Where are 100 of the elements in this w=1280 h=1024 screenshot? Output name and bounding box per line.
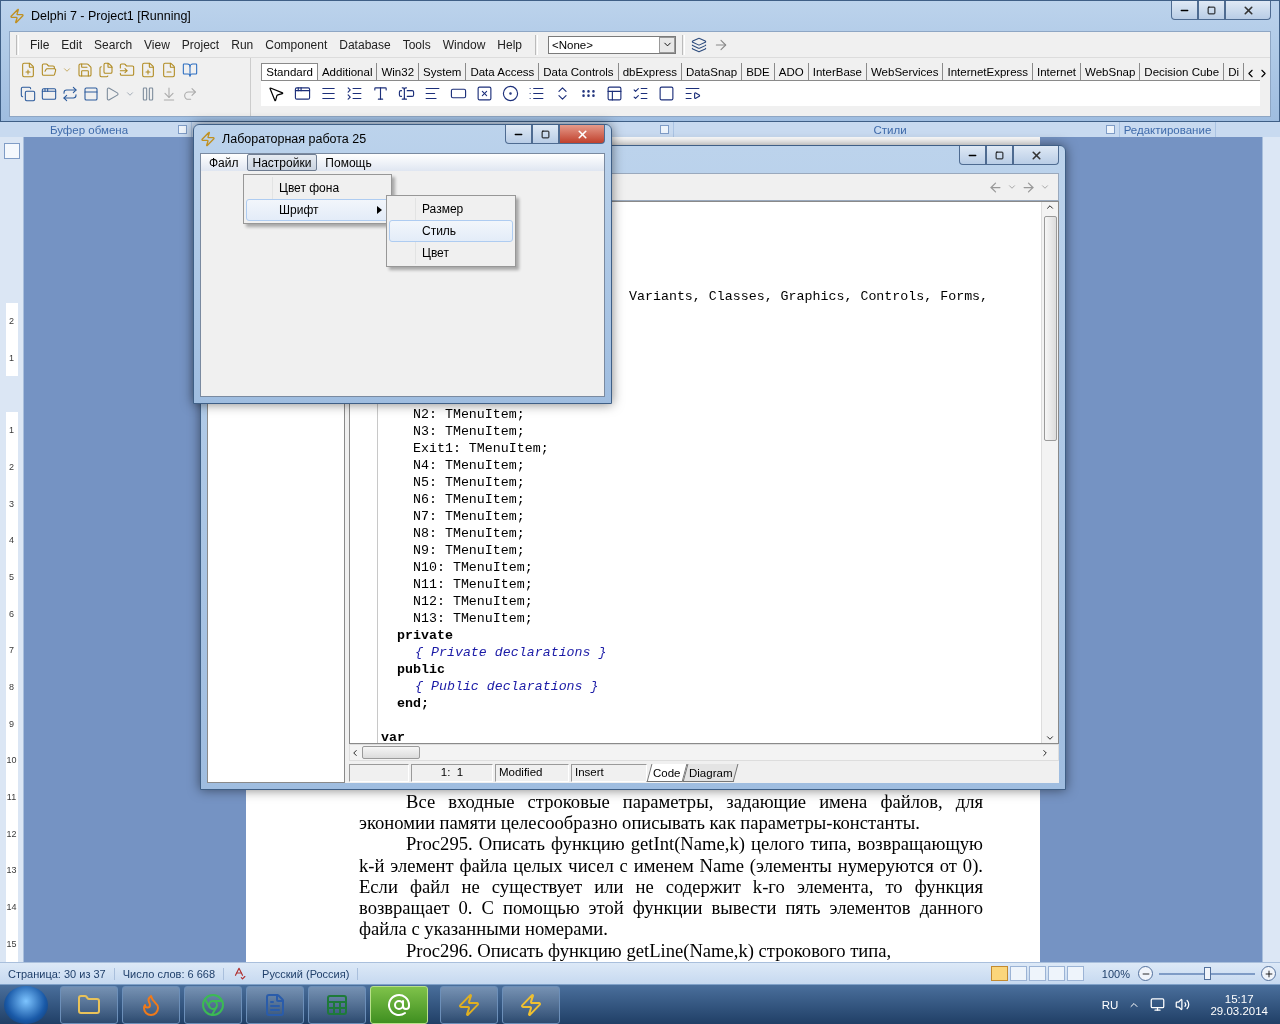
menu-item[interactable]: Edit <box>56 35 88 54</box>
menu-item[interactable]: Run <box>226 35 259 54</box>
tab-selector-icon[interactable] <box>3 143 20 159</box>
editor-tab[interactable]: Code <box>646 764 687 782</box>
clock[interactable]: 15:17 29.03.2014 <box>1210 992 1268 1017</box>
pointer-icon[interactable] <box>267 84 286 103</box>
menu-icon[interactable] <box>320 85 338 102</box>
back-icon[interactable] <box>988 179 1003 195</box>
menu-item[interactable]: Цвет фона <box>246 177 389 199</box>
radio-button-icon[interactable] <box>502 85 520 102</box>
toggle-icon[interactable] <box>62 86 78 102</box>
input-language[interactable]: RU <box>1101 998 1119 1011</box>
save-icon[interactable] <box>77 62 93 78</box>
layers-icon[interactable] <box>691 36 708 53</box>
new-file-icon[interactable] <box>20 62 36 78</box>
vertical-scrollbar[interactable] <box>1041 202 1058 743</box>
page-count[interactable]: Страница: 30 из 37 <box>0 967 115 980</box>
new-form-icon[interactable] <box>83 86 99 102</box>
taskbar-button[interactable] <box>440 985 498 1024</box>
forward-icon[interactable] <box>1021 179 1036 195</box>
edit-field-icon[interactable] <box>398 85 416 102</box>
menu-item[interactable]: View <box>139 35 175 54</box>
panel-icon[interactable] <box>658 85 676 102</box>
minimize-button[interactable] <box>959 146 986 165</box>
zoom-in-button[interactable] <box>1261 966 1276 981</box>
network-icon[interactable] <box>1150 997 1166 1012</box>
horizontal-scrollbar[interactable] <box>349 744 1059 761</box>
menu-item[interactable]: Настройки <box>246 154 318 171</box>
dialog-launcher-icon[interactable] <box>178 125 187 134</box>
scroll-thumb[interactable] <box>362 746 420 759</box>
start-button[interactable] <box>4 985 48 1024</box>
taskbar-button[interactable] <box>184 985 242 1024</box>
scroll-down-icon[interactable] <box>1045 733 1055 743</box>
taskbar-button[interactable] <box>308 985 366 1024</box>
popup-menu-icon[interactable] <box>346 85 364 102</box>
scroll-thumb[interactable] <box>1043 216 1057 441</box>
menu-item[interactable]: Search <box>89 35 138 54</box>
menu-item[interactable]: Цвет <box>389 242 513 264</box>
word-count[interactable]: Число слов: 6 668 <box>114 967 225 980</box>
menu-item[interactable]: Стиль <box>389 220 513 242</box>
language-label[interactable]: Русский (Россия) <box>254 967 359 980</box>
close-button[interactable] <box>559 125 605 144</box>
taskbar-button[interactable] <box>502 985 560 1024</box>
add-file-icon[interactable] <box>140 62 156 78</box>
configuration-combo[interactable]: <None> <box>548 35 677 54</box>
zoom-out-button[interactable] <box>1138 966 1153 981</box>
list-box-icon[interactable] <box>528 85 546 102</box>
run-icon[interactable] <box>104 86 120 102</box>
menu-item[interactable]: Help <box>492 35 528 54</box>
view-mode-button[interactable] <box>990 966 1008 981</box>
volume-icon[interactable] <box>1175 997 1191 1012</box>
dialog-launcher-icon[interactable] <box>1106 125 1115 134</box>
ruler-number: 1 <box>5 339 18 376</box>
spell-check-icon[interactable] <box>232 965 247 980</box>
menu-item[interactable]: Помощь <box>319 154 378 171</box>
minimize-button[interactable] <box>505 125 532 144</box>
memo-icon[interactable] <box>424 85 442 102</box>
menu-item[interactable]: Файл <box>203 154 245 171</box>
menu-item[interactable]: Window <box>437 35 491 54</box>
dialog-launcher-icon[interactable] <box>660 125 669 134</box>
menu-item[interactable]: Размер <box>389 198 513 220</box>
lightning-icon <box>200 131 216 147</box>
files-icon[interactable] <box>98 62 114 78</box>
minimize-button[interactable] <box>1171 1 1198 20</box>
action-list-icon[interactable] <box>684 85 702 102</box>
group-box-icon[interactable] <box>606 85 624 102</box>
radio-group-icon[interactable] <box>632 85 650 102</box>
scroll-up-icon[interactable] <box>1045 202 1055 212</box>
frame-icon[interactable] <box>294 85 312 102</box>
remove-file-icon[interactable] <box>161 62 177 78</box>
menu-item[interactable]: Tools <box>397 35 436 54</box>
dropdown-button[interactable] <box>659 36 676 53</box>
maximize-button[interactable] <box>1198 1 1225 20</box>
scroll-right-icon[interactable] <box>1040 747 1050 758</box>
pause-icon[interactable] <box>140 86 156 102</box>
menu-item[interactable]: Component <box>260 35 333 54</box>
taskbar-button[interactable] <box>122 985 180 1024</box>
vertical-scrollbar[interactable] <box>1262 137 1280 962</box>
zoom-level[interactable]: 100% <box>1093 967 1138 980</box>
close-button[interactable] <box>1013 146 1059 165</box>
menu-item[interactable]: Project <box>176 35 225 54</box>
window-icon[interactable] <box>41 86 57 102</box>
scroll-left-icon[interactable] <box>350 747 360 758</box>
book-icon[interactable] <box>182 62 198 78</box>
checkbox-icon[interactable] <box>476 85 494 102</box>
editor-tab[interactable]: Diagram <box>682 764 739 782</box>
copy-icon[interactable] <box>20 86 36 102</box>
label-icon[interactable] <box>372 85 390 102</box>
maximize-button[interactable] <box>532 125 559 144</box>
menu-item[interactable]: File <box>25 35 55 54</box>
palette-tab[interactable]: Standard <box>261 63 318 80</box>
slider-thumb[interactable] <box>1204 966 1211 980</box>
open-folder-icon[interactable] <box>41 62 57 78</box>
menu-item[interactable]: Database <box>334 35 396 54</box>
taskbar-button[interactable] <box>60 985 118 1024</box>
menu-item[interactable]: Шрифт <box>246 199 389 221</box>
maximize-button[interactable] <box>986 146 1013 165</box>
taskbar-button[interactable] <box>246 985 304 1024</box>
folder-arrow-icon[interactable] <box>119 62 135 78</box>
close-button[interactable] <box>1225 1 1271 20</box>
